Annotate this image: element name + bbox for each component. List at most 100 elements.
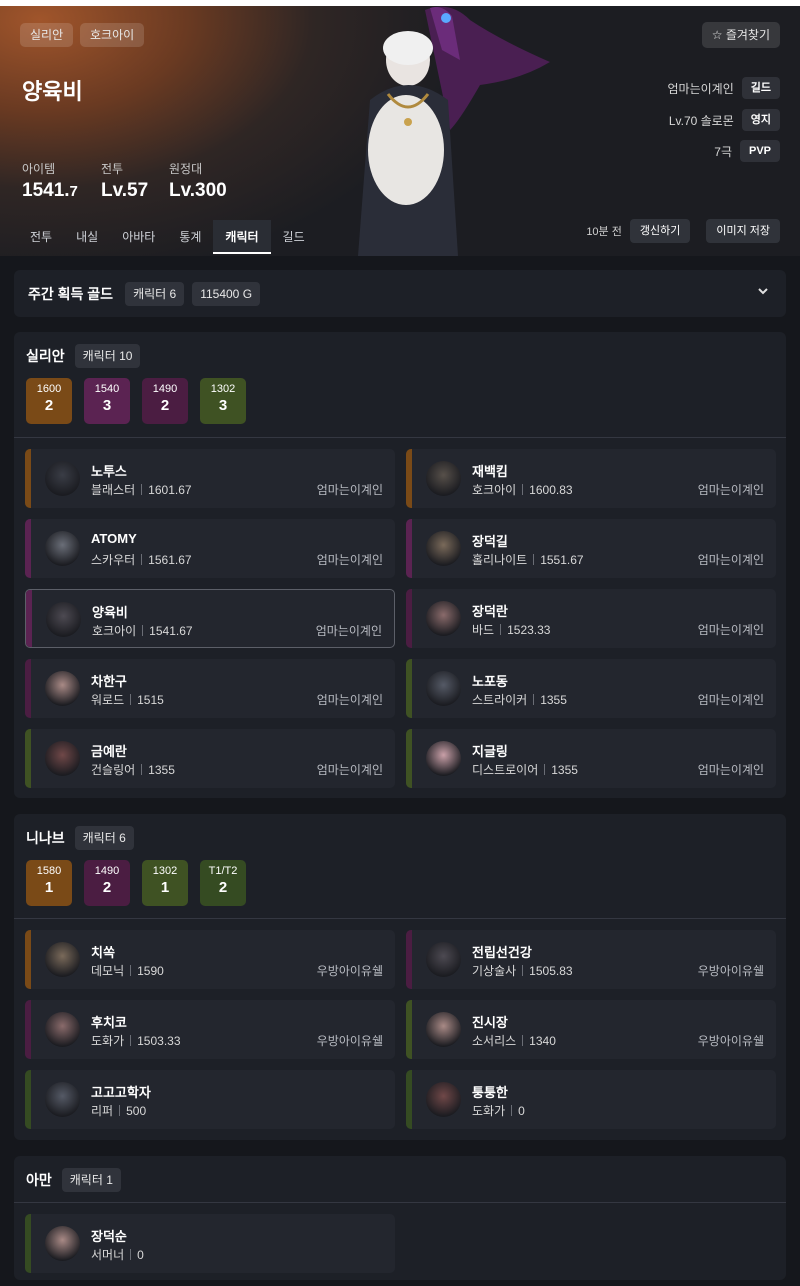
weekly-gold-title: 주간 획득 골드 — [28, 285, 114, 302]
level-box-label: 1540 — [94, 383, 120, 395]
level-color-bar — [406, 589, 412, 648]
server-character-count: 캐릭터 6 — [74, 826, 134, 850]
character-item-level: 1551.67 — [540, 552, 584, 567]
divider — [119, 1105, 121, 1116]
character-card[interactable]: 전립선건강 기상술사 1505.83 우방아이유쉘 — [406, 930, 776, 989]
tab-domestic[interactable]: 내실 — [64, 220, 110, 254]
character-card[interactable]: 치쏙 데모닉 1590 우방아이유쉘 — [25, 930, 395, 989]
character-card[interactable]: 고고고학자 리퍼 500 — [25, 1070, 395, 1129]
character-card[interactable]: 재백킴 호크아이 1600.83 엄마는이계인 — [406, 449, 776, 508]
pvp-rank: 7극 — [714, 144, 732, 159]
divider — [130, 694, 132, 705]
character-name: ATOMY — [91, 531, 137, 546]
weekly-gold-bar[interactable]: 주간 획득 골드 캐릭터 6 115400 G — [14, 270, 786, 317]
divider — [522, 484, 524, 495]
character-card[interactable]: 장덕길 홀리나이트 1551.67 엄마는이계인 — [406, 519, 776, 578]
tab-bar: 전투 내실 아바타 통계 캐릭터 길드 — [18, 220, 317, 254]
character-guild: 우방아이유쉘 — [316, 1034, 383, 1048]
tab-characters[interactable]: 캐릭터 — [213, 220, 271, 254]
level-color-bar — [25, 519, 31, 578]
character-card[interactable]: 장덕란 바드 1523.33 엄마는이계인 — [406, 589, 776, 648]
character-class: 스카우터 — [91, 553, 136, 567]
level-color-bar — [406, 519, 412, 578]
character-avatar — [426, 741, 461, 776]
character-item-level: 1340 — [529, 1033, 556, 1048]
level-color-bar — [25, 449, 31, 508]
level-box: 1540 3 — [84, 378, 130, 424]
character-avatar — [426, 461, 461, 496]
level-box: 1580 1 — [26, 860, 72, 906]
server-section: 니나브 캐릭터 6 1580 1 1490 2 1302 1 T1/T2 2 치쏙 데모닉 1590 우방… — [14, 814, 786, 1140]
character-name: 차한구 — [91, 674, 127, 689]
tab-guild[interactable]: 길드 — [271, 220, 317, 254]
character-card[interactable]: 노투스 블래스터 1601.67 엄마는이계인 — [25, 449, 395, 508]
character-guild: 엄마는이계인 — [316, 483, 383, 497]
chevron-down-icon[interactable] — [756, 284, 770, 298]
character-card[interactable]: ATOMY 스카우터 1561.67 엄마는이계인 — [25, 519, 395, 578]
character-item-level: 1541.67 — [149, 623, 193, 638]
character-card[interactable]: 노포동 스트라이커 1355 엄마는이계인 — [406, 659, 776, 718]
pvp-row: 7극 PVP — [714, 140, 780, 162]
server-name: 아만 — [26, 1172, 52, 1188]
character-name: 퉁퉁한 — [472, 1085, 508, 1100]
level-box-count: 3 — [102, 397, 112, 414]
character-name: 노포동 — [472, 674, 508, 689]
level-box-count: 2 — [218, 879, 228, 896]
pvp-badge[interactable]: PVP — [739, 140, 780, 162]
estate-badge[interactable]: 영지 — [741, 109, 780, 131]
character-card[interactable]: 퉁퉁한 도화가 0 — [406, 1070, 776, 1129]
character-info: 스카우터 1561.67 — [91, 551, 192, 568]
server-header: 실리안 캐릭터 10 — [26, 344, 148, 368]
level-box-count: 2 — [160, 397, 170, 414]
character-name: 장덕란 — [472, 604, 508, 619]
character-card[interactable]: 지글링 디스트로이어 1355 엄마는이계인 — [406, 729, 776, 788]
divider — [500, 624, 502, 635]
server-tag[interactable]: 실리안 — [20, 23, 74, 47]
character-card[interactable]: 장덕순 서머너 0 — [25, 1214, 395, 1273]
stat-label: 전투 — [101, 162, 124, 176]
updated-time: 10분 전 — [586, 226, 622, 238]
character-class: 호크아이 — [92, 624, 137, 638]
character-item-level: 1561.67 — [148, 552, 192, 567]
tab-avatar[interactable]: 아바타 — [110, 220, 167, 254]
stat-combat-level: 전투 Lv.57 — [101, 160, 148, 202]
character-class: 블래스터 — [91, 483, 136, 497]
refresh-button[interactable]: 갱신하기 — [629, 219, 691, 243]
character-info: 홀리나이트 1551.67 — [472, 551, 584, 568]
guild-badge[interactable]: 길드 — [741, 77, 780, 99]
divider — [130, 965, 132, 976]
character-card[interactable]: 차한구 워로드 1515 엄마는이계인 — [25, 659, 395, 718]
level-box-count: 2 — [102, 879, 112, 896]
tab-stats[interactable]: 통계 — [167, 220, 213, 254]
character-name: 장덕길 — [472, 534, 508, 549]
character-card[interactable]: 양육비 호크아이 1541.67 엄마는이계인 — [25, 589, 395, 648]
save-image-button[interactable]: 이미지 저장 — [706, 219, 780, 243]
favorite-button[interactable]: ☆ 즐겨찾기 — [701, 22, 780, 48]
character-guild: 엄마는이계인 — [316, 763, 383, 777]
level-summary: 1580 1 1490 2 1302 1 T1/T2 2 — [26, 860, 246, 906]
guild-name: 엄마는이계인 — [667, 81, 734, 96]
character-card[interactable]: 금예란 건슬링어 1355 엄마는이계인 — [25, 729, 395, 788]
character-card[interactable]: 후치코 도화가 1503.33 우방아이유쉘 — [25, 1000, 395, 1059]
level-color-bar — [26, 590, 32, 647]
level-color-bar — [25, 659, 31, 718]
character-item-level: 1505.83 — [529, 963, 573, 978]
character-name: 장덕순 — [91, 1229, 127, 1244]
update-area: 10분 전 갱신하기 이미지 저장 — [586, 219, 780, 243]
level-box: 1600 2 — [26, 378, 72, 424]
server-section: 아만 캐릭터 1 장덕순 서머너 0 — [14, 1156, 786, 1280]
character-info: 워로드 1515 — [91, 691, 164, 708]
class-tag[interactable]: 호크아이 — [80, 23, 145, 47]
level-color-bar — [25, 930, 31, 989]
level-color-bar — [406, 930, 412, 989]
level-box-label: T1/T2 — [208, 865, 238, 877]
level-color-bar — [25, 1214, 31, 1273]
character-class: 도화가 — [91, 1034, 125, 1048]
character-card[interactable]: 진시장 소서리스 1340 우방아이유쉘 — [406, 1000, 776, 1059]
level-color-bar — [406, 1000, 412, 1059]
divider — [141, 484, 143, 495]
character-header: 실리안 호크아이 양육비 아이템 1541.7 전투 Lv.57 원정대 Lv.… — [0, 0, 800, 256]
tab-combat[interactable]: 전투 — [18, 220, 64, 254]
character-class: 기상술사 — [472, 964, 517, 978]
character-avatar — [45, 531, 80, 566]
